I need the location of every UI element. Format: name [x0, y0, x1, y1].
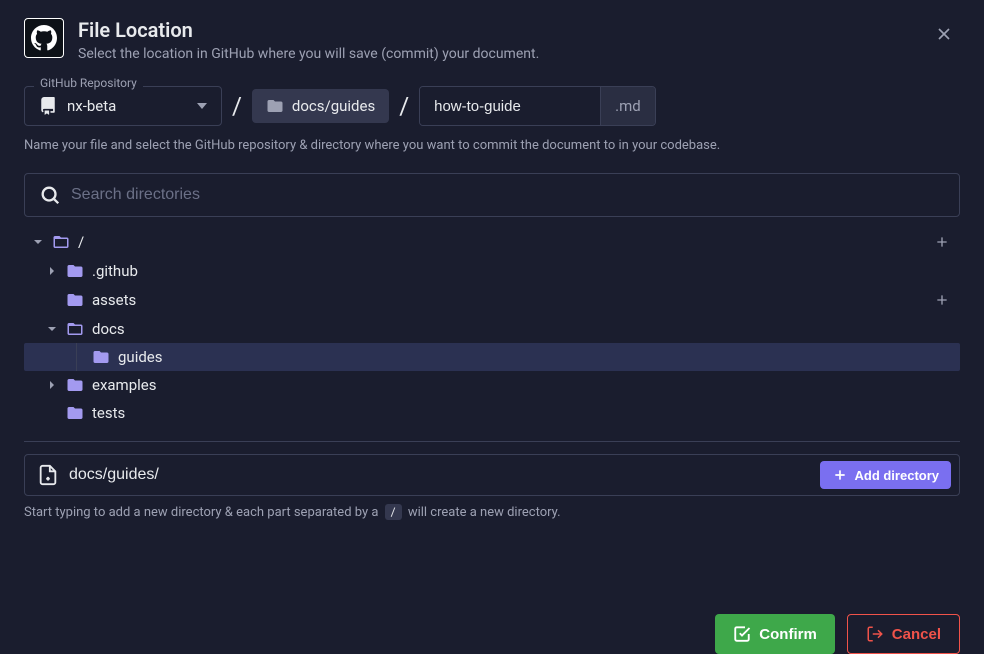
- filename-input[interactable]: [420, 87, 600, 125]
- directory-tree: / .github assets: [24, 227, 960, 427]
- repo-field-label: GitHub Repository: [34, 76, 143, 90]
- check-icon: [733, 625, 751, 643]
- repo-icon: [39, 97, 57, 115]
- folder-icon: [266, 97, 284, 115]
- chevron-right-icon: [46, 266, 58, 276]
- tree-item-label: assets: [92, 291, 136, 309]
- slash-chip: /: [385, 504, 402, 520]
- tree-root-label: /: [78, 233, 84, 251]
- tree-item-label: guides: [118, 348, 163, 366]
- new-directory-input[interactable]: [69, 466, 810, 484]
- chevron-down-icon: [32, 237, 44, 247]
- tree-item-label: docs: [92, 320, 125, 338]
- divider: [24, 441, 960, 442]
- chevron-right-icon: [46, 380, 58, 390]
- folder-open-icon: [66, 320, 84, 338]
- path-separator: /: [232, 92, 242, 120]
- chevron-down-icon: [197, 103, 207, 109]
- directory-chip[interactable]: docs/guides: [252, 89, 389, 123]
- folder-icon: [92, 348, 110, 366]
- tree-item-guides[interactable]: guides: [24, 343, 960, 371]
- folder-icon: [66, 291, 84, 309]
- add-directory-label: Add directory: [854, 468, 939, 483]
- cancel-button[interactable]: Cancel: [847, 614, 960, 654]
- folder-icon: [66, 404, 84, 422]
- tree-item-examples[interactable]: examples: [24, 371, 960, 399]
- dialog-title: File Location: [78, 18, 914, 42]
- file-plus-icon: [37, 464, 59, 486]
- confirm-label: Confirm: [759, 626, 817, 643]
- add-folder-icon[interactable]: [928, 290, 956, 310]
- exit-icon: [866, 625, 884, 643]
- helper-text: Name your file and select the GitHub rep…: [24, 138, 960, 153]
- filename-extension: .md: [600, 87, 655, 125]
- tree-item-tests[interactable]: tests: [24, 399, 960, 427]
- new-directory-row: Add directory: [24, 454, 960, 496]
- tree-item-github[interactable]: .github: [24, 257, 960, 285]
- repo-selected-value: nx-beta: [67, 97, 187, 115]
- tree-item-docs[interactable]: docs: [24, 315, 960, 343]
- new-directory-help: Start typing to add a new directory & ea…: [24, 504, 960, 520]
- search-box[interactable]: [24, 173, 960, 217]
- dialog-subtitle: Select the location in GitHub where you …: [78, 46, 914, 62]
- search-input[interactable]: [71, 186, 945, 204]
- folder-open-icon: [52, 233, 70, 251]
- cancel-label: Cancel: [892, 626, 941, 643]
- close-button[interactable]: [928, 18, 960, 50]
- folder-icon: [66, 262, 84, 280]
- folder-icon: [66, 376, 84, 394]
- tree-item-label: tests: [92, 404, 125, 422]
- tree-root[interactable]: /: [24, 227, 960, 257]
- chevron-down-icon: [46, 324, 58, 334]
- tree-item-label: .github: [92, 262, 138, 280]
- github-logo: [24, 18, 64, 58]
- path-separator: /: [399, 92, 409, 120]
- repo-select[interactable]: nx-beta: [24, 86, 222, 126]
- add-folder-icon[interactable]: [928, 232, 956, 252]
- search-icon: [39, 184, 61, 206]
- tree-item-label: examples: [92, 376, 156, 394]
- tree-item-assets[interactable]: assets: [24, 285, 960, 315]
- add-directory-button[interactable]: Add directory: [820, 461, 951, 489]
- confirm-button[interactable]: Confirm: [715, 614, 835, 654]
- directory-chip-label: docs/guides: [292, 97, 375, 115]
